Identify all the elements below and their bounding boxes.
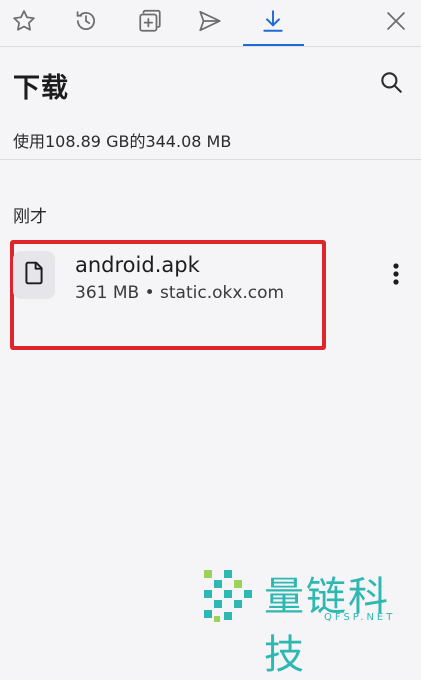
section-header: 刚才 [13,207,47,227]
share-button[interactable] [193,6,227,36]
download-filename: android.apk [75,253,200,277]
history-icon [73,8,99,34]
file-icon [21,260,47,290]
search-icon [378,69,404,99]
watermark-logo-icon [200,568,258,630]
more-vertical-icon [392,262,400,290]
star-icon [11,8,37,34]
download-icon [260,8,286,34]
top-toolbar [0,0,421,46]
send-icon [197,8,223,34]
page-title: 下载 [13,73,69,104]
close-icon [384,9,408,33]
history-button[interactable] [69,6,103,36]
toolbar-divider [0,46,421,47]
add-tab-icon [137,8,163,34]
more-options-button[interactable] [383,262,409,290]
close-button[interactable] [379,6,413,36]
downloads-tab[interactable] [256,6,290,36]
bookmarks-button[interactable] [7,6,41,36]
header-divider [0,159,421,160]
file-icon-container [13,251,55,299]
tabs-button[interactable] [133,6,167,36]
watermark-subtext: QFSP.NET [324,612,396,623]
search-button[interactable] [376,69,406,99]
storage-usage: 使用108.89 GB的344.08 MB [13,132,232,151]
download-meta: 361 MB • static.okx.com [75,283,285,303]
watermark: 量链科技 QFSP.NET [198,566,421,678]
